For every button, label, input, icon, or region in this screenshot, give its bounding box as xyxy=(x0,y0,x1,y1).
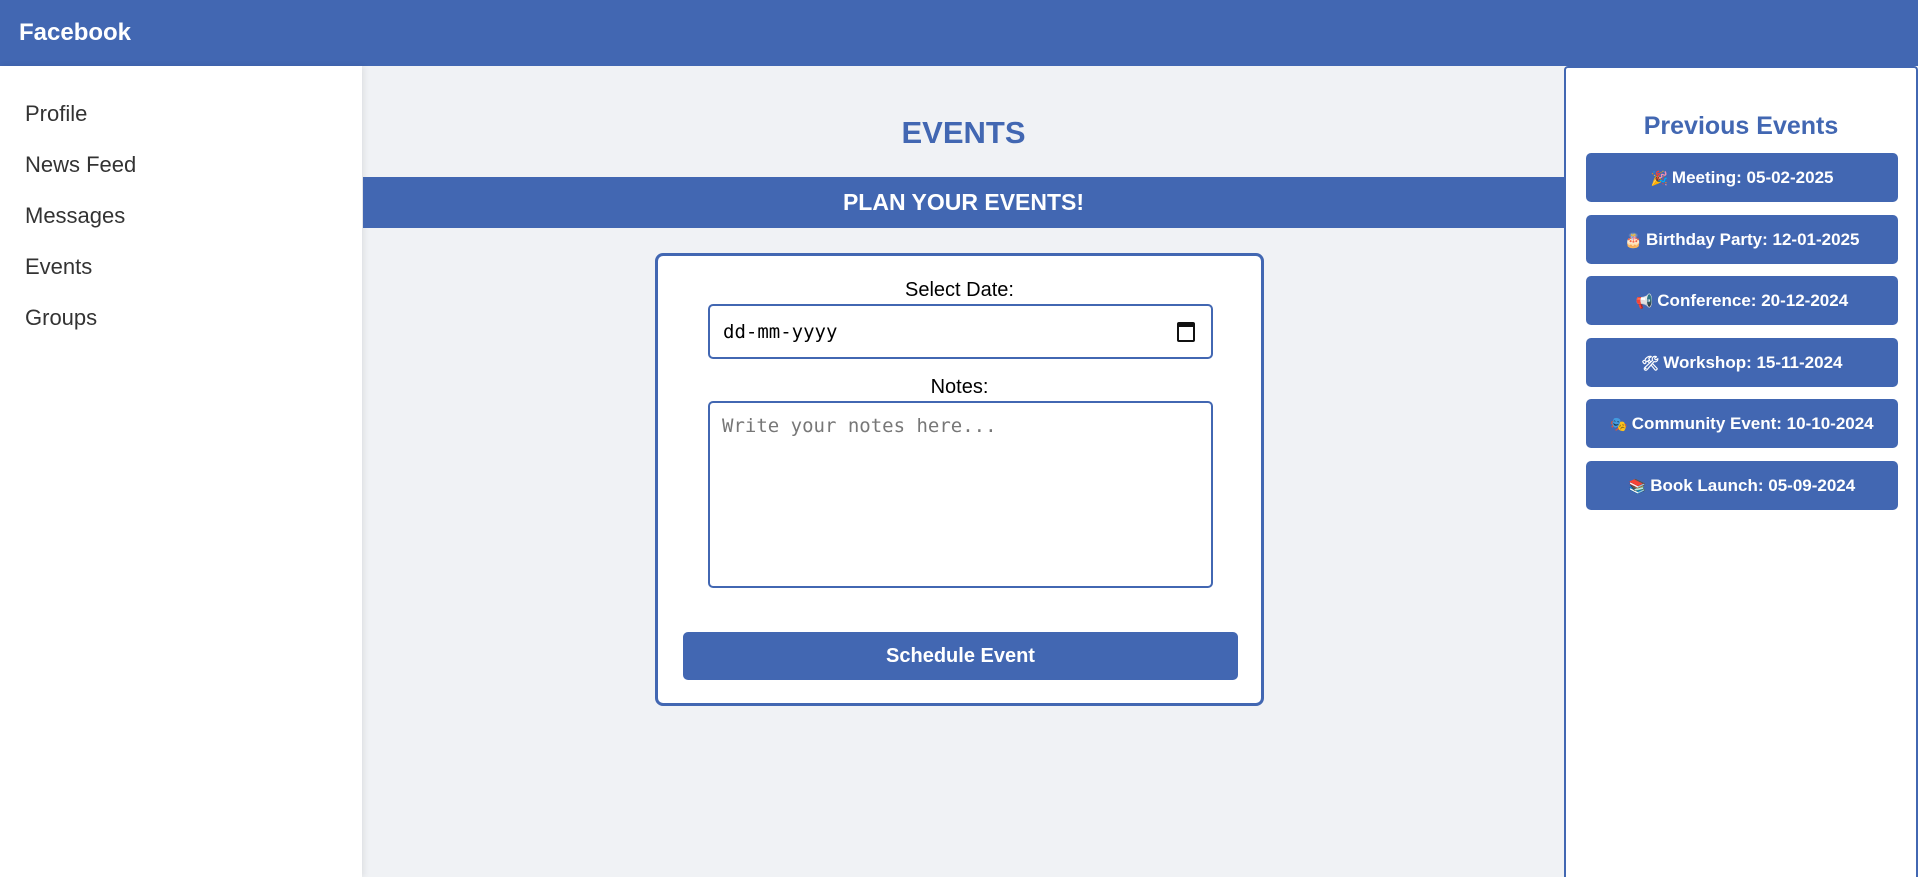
notes-label: Notes: xyxy=(930,376,989,398)
previous-event-label: Meeting: 05-02-2025 xyxy=(1671,168,1834,187)
brand-logo[interactable]: Facebook xyxy=(19,19,131,47)
sidebar-item-news-feed[interactable]: News Feed xyxy=(25,153,362,204)
date-input-value: dd-mm-yyyy xyxy=(723,321,838,343)
previous-event-item[interactable]: 🎭 Community Event: 10-10-2024 xyxy=(1586,399,1898,448)
previous-event-label: Birthday Party: 12-01-2025 xyxy=(1645,230,1860,249)
page-title: EVENTS xyxy=(901,115,1026,150)
sidebar-item-profile[interactable]: Profile xyxy=(25,102,362,153)
previous-event-item[interactable]: 📢 Conference: 20-12-2024 xyxy=(1586,276,1898,325)
sidebar-item-messages[interactable]: Messages xyxy=(25,204,362,255)
sidebar-item-groups[interactable]: Groups xyxy=(25,306,362,357)
tools-icon: 🛠 xyxy=(1641,355,1660,371)
books-icon: 📚 xyxy=(1628,478,1647,494)
previous-event-label: Book Launch: 05-09-2024 xyxy=(1650,476,1856,495)
previous-event-label: Conference: 20-12-2024 xyxy=(1657,291,1849,310)
megaphone-icon: 📢 xyxy=(1635,293,1654,309)
event-form-card: Select Date: dd-mm-yyyy Notes: Schedule … xyxy=(655,253,1264,706)
party-popper-icon: 🎉 xyxy=(1650,170,1668,186)
previous-event-item[interactable]: 📚 Book Launch: 05-09-2024 xyxy=(1586,461,1898,510)
previous-event-label: Community Event: 10-10-2024 xyxy=(1631,414,1874,433)
previous-event-item[interactable]: 🎉 Meeting: 05-02-2025 xyxy=(1586,153,1898,202)
previous-event-item[interactable]: 🎂 Birthday Party: 12-01-2025 xyxy=(1586,215,1898,264)
schedule-event-button[interactable]: Schedule Event xyxy=(683,632,1238,680)
notes-textarea[interactable] xyxy=(708,401,1213,588)
previous-event-label: Workshop: 15-11-2024 xyxy=(1663,353,1843,372)
main-content: EVENTS PLAN YOUR EVENTS! Select Date: dd… xyxy=(363,66,1564,877)
sidebar-item-events[interactable]: Events xyxy=(25,255,362,306)
birthday-cake-icon: 🎂 xyxy=(1624,232,1642,248)
top-navbar: Facebook xyxy=(0,0,1918,66)
previous-events-panel: Previous Events 🎉 Meeting: 05-02-2025 🎂 Bi… xyxy=(1564,66,1918,877)
date-input[interactable]: dd-mm-yyyy xyxy=(708,304,1213,359)
theater-masks-icon: 🎭 xyxy=(1610,416,1628,432)
previous-event-item[interactable]: 🛠 Workshop: 15-11-2024 xyxy=(1586,338,1898,387)
plan-events-banner: PLAN YOUR EVENTS! xyxy=(363,177,1564,228)
previous-events-title: Previous Events xyxy=(1643,112,1839,140)
date-label: Select Date: xyxy=(905,279,1014,301)
sidebar: Profile News Feed Messages Events Groups xyxy=(0,66,362,877)
calendar-icon[interactable] xyxy=(1177,322,1195,342)
